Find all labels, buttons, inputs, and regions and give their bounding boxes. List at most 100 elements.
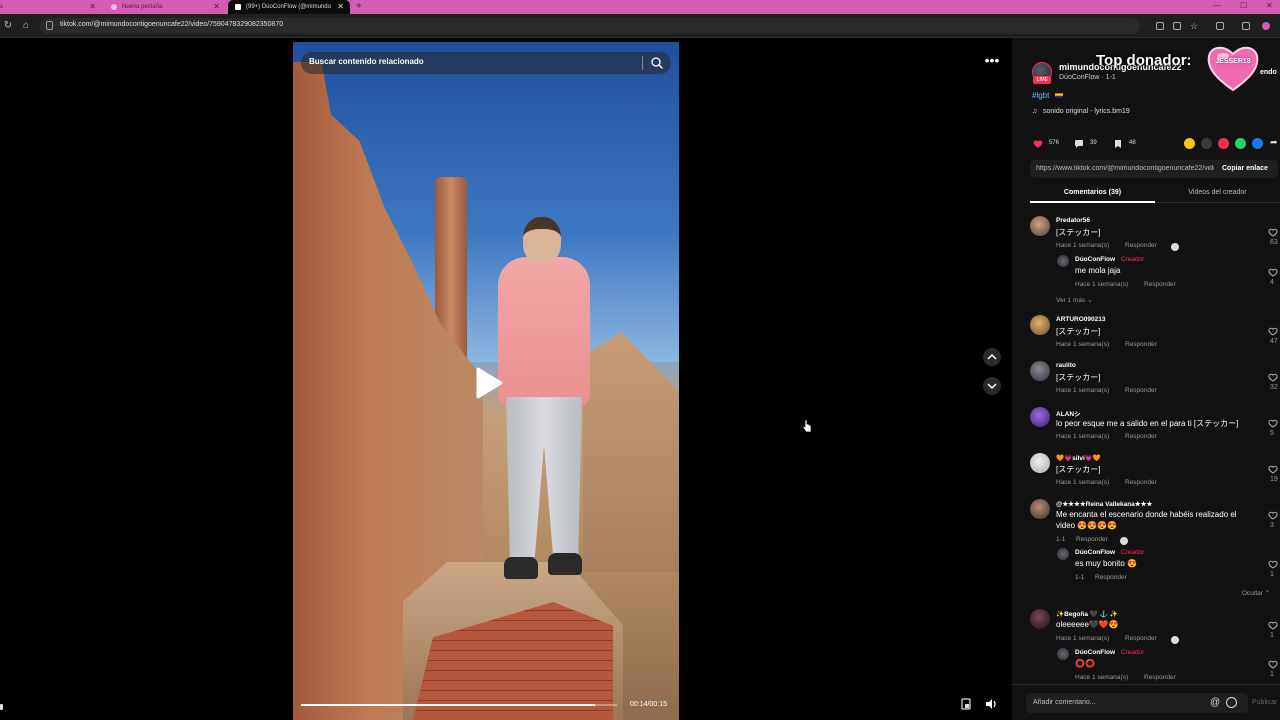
home-icon[interactable]: ⌂ [19,19,33,33]
translate-icon[interactable] [1173,22,1181,30]
commenter-avatar[interactable] [1030,407,1050,427]
comment-like-icon[interactable] [1268,560,1278,569]
comment-like-icon[interactable] [1268,373,1278,382]
minimize-icon[interactable]: — [1213,1,1221,10]
comment-text: [ステッカー] [1056,228,1101,237]
reply-button[interactable]: Responder [1125,479,1157,486]
reply-button[interactable]: Responder [1095,574,1127,581]
next-video-button[interactable] [983,377,1001,395]
new-tab-icon[interactable]: + [356,0,362,13]
comment-username[interactable]: 🧡💗silvi💗🧡 [1056,454,1101,462]
commenter-avatar[interactable] [1057,648,1069,660]
share-send-icon[interactable] [1218,138,1229,149]
comment-like-icon[interactable] [1268,228,1278,237]
maximize-icon[interactable]: ☐ [1240,1,1247,10]
creator-liked-avatar [1120,537,1128,545]
reply-button[interactable]: Responder [1125,387,1157,394]
reply-button[interactable]: Responder [1144,674,1176,681]
share-whatsapp-icon[interactable] [1235,138,1246,149]
related-search-box[interactable]: Buscar contenido relacionado [301,52,671,74]
reply-button[interactable]: Responder [1125,433,1157,440]
comment-username[interactable]: ALANシ [1056,408,1081,418]
picture-in-picture-icon[interactable] [958,696,974,712]
previous-video-button[interactable] [983,348,1001,366]
close-window-icon[interactable]: ✕ [1266,1,1273,10]
emoji-icon[interactable] [1226,697,1237,708]
close-icon[interactable]: ✕ [213,0,220,14]
like-heart-icon[interactable] [1033,139,1043,149]
reply-button[interactable]: Responder [1144,281,1176,288]
tab-previous[interactable]: s ✕ [0,0,102,14]
share-facebook-icon[interactable] [1252,138,1263,149]
hashtag-link[interactable]: #lgbt [1032,91,1049,100]
share-repost-icon[interactable] [1184,138,1195,149]
reload-icon[interactable]: ↻ [1,19,15,33]
site-info-icon[interactable] [46,21,53,30]
commenter-avatar[interactable] [1057,548,1069,560]
comment-input[interactable]: Añadir comentario... @ [1026,693,1248,713]
comment-username[interactable]: ✨Begoña 🖤 ⚓ ✨ [1056,610,1118,618]
reply-username[interactable]: DúoConFlow [1075,549,1115,556]
comment-username[interactable]: raulito [1056,362,1076,369]
comment-username[interactable]: Predator56 [1056,217,1090,224]
more-options-icon[interactable]: ••• [982,52,1002,72]
comment-username[interactable]: ARTURO090213 [1056,316,1106,323]
share-embed-icon[interactable] [1201,138,1212,149]
reply-username[interactable]: DúoConFlow [1075,649,1115,656]
menu-icon[interactable] [1242,22,1250,30]
commenter-avatar[interactable] [1057,255,1069,267]
commenter-avatar[interactable] [1030,499,1050,519]
progress-bar[interactable] [301,704,617,706]
comment-like-icon[interactable] [1268,419,1278,428]
comment-username[interactable]: @★★★★Reina Vallekana★★★ [1056,500,1152,508]
comment-like-icon[interactable] [1268,327,1278,336]
close-icon[interactable]: ✕ [89,0,96,14]
commenter-avatar[interactable] [1030,361,1050,381]
search-icon[interactable] [650,56,664,70]
comment-text: ⭕⭕ [1075,659,1095,668]
comment-like-icon[interactable] [1268,465,1278,474]
search-input[interactable]: Buscar contenido relacionado [309,57,424,66]
comment-like-icon[interactable] [1268,268,1278,277]
extensions-icon[interactable] [1216,22,1224,30]
volume-icon[interactable] [983,696,999,712]
tab-comments[interactable]: Comentarios (39) [1030,184,1155,202]
reply-username[interactable]: DúoConFlow [1075,256,1115,263]
reply-button[interactable]: Responder [1076,536,1108,543]
close-icon[interactable]: ✕ [337,0,344,14]
play-icon[interactable] [474,366,504,400]
creator-subtitle: DúoConFlow · 1-1 [1059,74,1116,81]
hide-replies-button[interactable]: Ocultar ⌃ [1242,589,1270,597]
commenter-avatar[interactable] [1030,609,1050,629]
comment-like-icon[interactable] [1268,511,1278,520]
reply-button[interactable]: Responder [1125,341,1157,348]
url-field[interactable]: tiktok.com/@mimundocontigoenuncafe22/vid… [40,18,1140,34]
commenter-avatar[interactable] [1030,216,1050,236]
commenter-avatar[interactable] [1030,453,1050,473]
tab-creator-videos[interactable]: Videos del creador [1155,184,1280,202]
tab-tiktok[interactable]: (99+) DúoConFlow (@mimundo ✕ [228,0,350,14]
comment-username[interactable]: DúoConFlow · Creador [1075,256,1144,263]
view-more-replies[interactable]: Ver 1 más ⌄ [1056,296,1093,304]
comment-like-icon[interactable] [1268,621,1278,630]
bookmark-icon[interactable] [1113,139,1123,149]
commenter-avatar[interactable] [1030,315,1050,335]
mention-icon[interactable]: @ [1210,697,1220,708]
active-tab-indicator [1030,201,1155,203]
profile-avatar[interactable] [1262,22,1270,30]
comment-like-icon[interactable] [1268,660,1278,669]
tab-new[interactable]: Nueva pestaña ✕ [104,0,226,14]
comment-time: Hace 1 semana(s) [1056,387,1110,394]
comment-username[interactable]: DúoConFlow · Creador [1075,549,1144,556]
install-app-icon[interactable] [1156,22,1164,30]
reply-button[interactable]: Responder [1125,635,1157,642]
sound-link[interactable]: sonido original - lyrics.bm19 [1043,108,1130,115]
share-more-icon[interactable]: ➦ [1270,137,1278,148]
comment-icon[interactable] [1074,139,1084,149]
follow-button[interactable]: endo [1260,69,1277,76]
copy-link-button[interactable]: Copiar enlace [1222,165,1268,172]
publish-button[interactable]: Publicar [1252,699,1277,706]
star-icon[interactable]: ☆ [1190,22,1198,31]
reply-button[interactable]: Responder [1125,242,1157,249]
comment-username[interactable]: DúoConFlow · Creador [1075,649,1144,656]
